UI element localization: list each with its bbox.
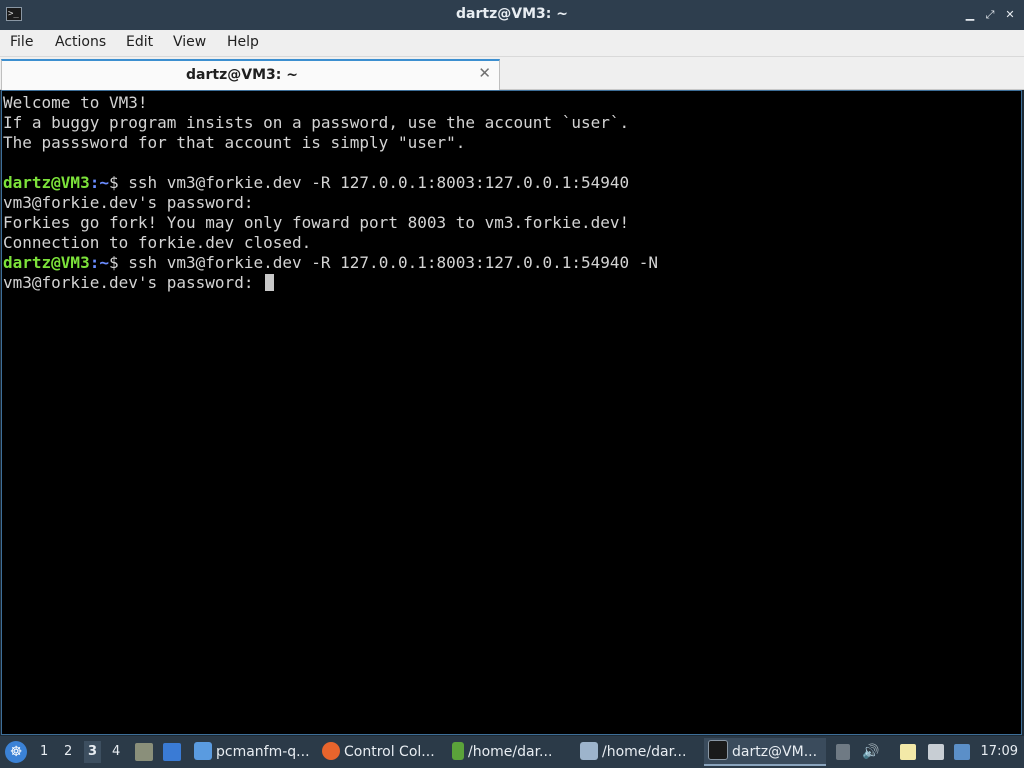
task-text-editor[interactable]: /home/dar... — [452, 738, 570, 766]
volume-icon[interactable]: 🔊 — [862, 744, 879, 760]
start-menu-icon[interactable]: ☸ — [5, 741, 27, 763]
task-editor-2[interactable]: /home/dar... — [580, 738, 698, 766]
terminal-line: The passsword for that account is simply… — [3, 133, 466, 152]
folder-icon — [194, 742, 212, 760]
menu-help[interactable]: Help — [227, 34, 259, 50]
window-titlebar[interactable]: >_ dartz@VM3: ~ ▁ ⤢ ✕ — [0, 0, 1024, 30]
workspace-1[interactable]: 1 — [40, 744, 48, 759]
prompt-path: :~ — [89, 173, 109, 192]
text-editor-icon — [452, 742, 464, 760]
prompt-user: dartz@VM3 — [3, 173, 90, 192]
workspace-3[interactable]: 3 — [84, 741, 102, 763]
window-title: dartz@VM3: ~ — [456, 6, 568, 22]
terminal-command-line: dartz@VM3:~$ ssh vm3@forkie.dev -R 127.0… — [3, 253, 1021, 273]
terminal-line: vm3@forkie.dev's password: — [3, 193, 254, 212]
terminal-line: Welcome to VM3! — [3, 93, 148, 112]
workspace-4[interactable]: 4 — [112, 744, 120, 759]
tab-bar: dartz@VM3: ~ ✕ — [0, 57, 1024, 90]
task-label: Control Col... — [344, 744, 435, 760]
scroll-indicator-icon[interactable] — [836, 744, 850, 760]
network-icon[interactable] — [928, 744, 944, 760]
terminal-line: Connection to forkie.dev closed. — [3, 233, 312, 252]
task-pcmanfm[interactable]: pcmanfm-q... — [194, 738, 316, 766]
command-text: ssh vm3@forkie.dev -R 127.0.0.1:8003:127… — [128, 173, 630, 192]
task-label: /home/dar... — [602, 744, 687, 760]
menu-file[interactable]: File — [10, 34, 33, 50]
tab-label: dartz@VM3: ~ — [186, 67, 298, 83]
text-cursor — [265, 274, 275, 291]
task-terminal[interactable]: dartz@VM... — [704, 738, 826, 766]
task-firefox[interactable]: Control Col... — [322, 738, 446, 766]
firefox-icon — [322, 742, 340, 760]
terminal-command-line: dartz@VM3:~$ ssh vm3@forkie.dev -R 127.0… — [3, 173, 1021, 193]
taskbar: ☸ 1 2 3 4 pcmanfm-q... Control Col... /h… — [0, 736, 1024, 768]
task-label: dartz@VM... — [732, 744, 818, 760]
clipboard-icon[interactable] — [900, 744, 916, 760]
maximize-button[interactable]: ⤢ — [982, 7, 998, 23]
feather-icon — [580, 742, 598, 760]
terminal-line: If a buggy program insists on a password… — [3, 113, 630, 132]
file-manager-launcher-icon[interactable] — [135, 743, 153, 761]
prompt-path: :~ — [89, 253, 109, 272]
command-text: ssh vm3@forkie.dev -R 127.0.0.1:8003:127… — [128, 253, 659, 272]
task-label: /home/dar... — [468, 744, 553, 760]
menu-edit[interactable]: Edit — [126, 34, 153, 50]
tab-close-icon[interactable]: ✕ — [478, 64, 491, 82]
tab-terminal[interactable]: dartz@VM3: ~ ✕ — [1, 59, 500, 90]
menu-actions[interactable]: Actions — [55, 34, 106, 50]
prompt-user: dartz@VM3 — [3, 253, 90, 272]
password-prompt: vm3@forkie.dev's password: — [3, 273, 264, 292]
menu-view[interactable]: View — [173, 34, 206, 50]
prompt-symbol: $ — [108, 173, 129, 192]
minimize-button[interactable]: ▁ — [962, 7, 978, 23]
workspace-2[interactable]: 2 — [64, 744, 72, 759]
show-desktop-icon[interactable] — [163, 743, 181, 761]
prompt-symbol: $ — [108, 253, 129, 272]
task-label: pcmanfm-q... — [216, 744, 310, 760]
terminal-output[interactable]: Welcome to VM3! If a buggy program insis… — [1, 90, 1022, 735]
terminal-line: Forkies go fork! You may only foward por… — [3, 213, 630, 232]
close-button[interactable]: ✕ — [1002, 7, 1018, 23]
terminal-icon — [708, 740, 728, 760]
menu-bar: File Actions Edit View Help — [0, 30, 1024, 57]
update-notifier-icon[interactable] — [954, 744, 970, 760]
password-prompt-line[interactable]: vm3@forkie.dev's password: — [3, 273, 1021, 293]
clock[interactable]: 17:09 — [981, 744, 1018, 759]
